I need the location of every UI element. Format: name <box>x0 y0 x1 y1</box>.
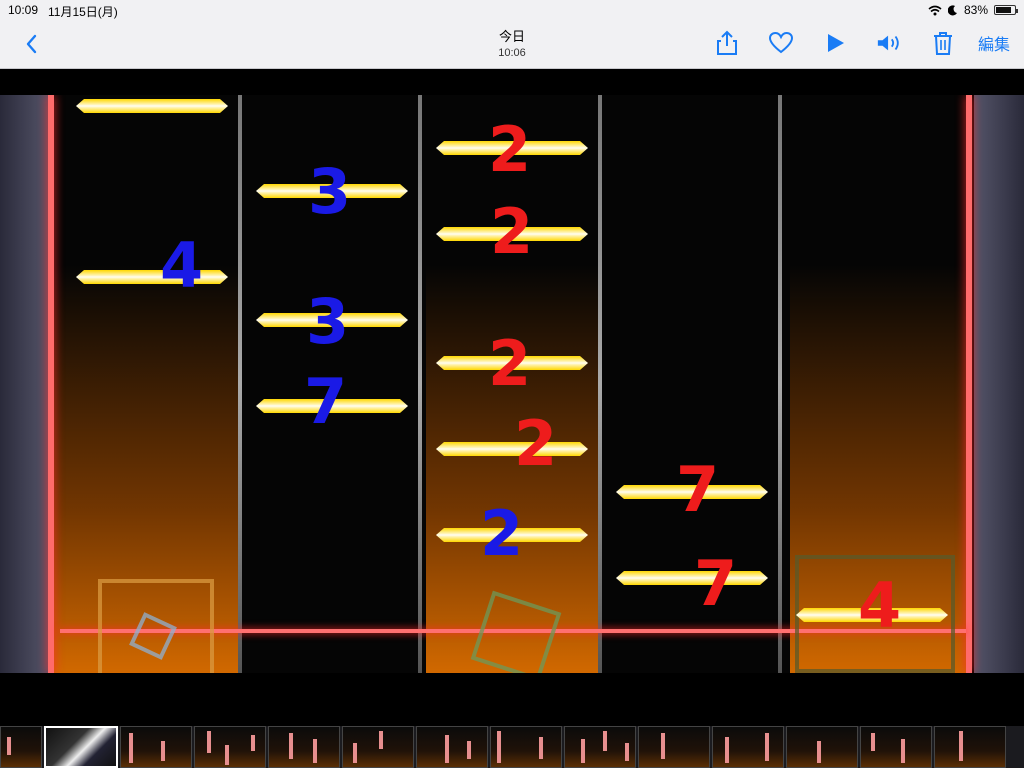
handwritten-number: 7 <box>304 365 348 438</box>
thumbnail[interactable] <box>786 726 858 768</box>
left-edge-art <box>0 95 50 673</box>
favorite-button[interactable] <box>768 30 794 56</box>
thumbnail-strip[interactable] <box>0 726 1024 768</box>
handwritten-number: 2 <box>490 195 534 268</box>
heart-icon <box>768 31 793 54</box>
thumbnail[interactable] <box>194 726 266 768</box>
left-rail <box>48 95 54 673</box>
lane-divider <box>418 95 422 673</box>
trash-icon <box>933 32 952 55</box>
volume-button[interactable] <box>876 30 902 56</box>
status-date: 11月15日(月) <box>48 5 118 19</box>
lane-divider <box>238 95 242 673</box>
right-edge-art <box>974 95 1024 673</box>
share-button[interactable] <box>714 30 740 56</box>
handwritten-number: 4 <box>160 229 204 302</box>
handwritten-number: 2 <box>488 327 532 400</box>
handwritten-number: 7 <box>676 453 720 526</box>
thumbnail[interactable] <box>638 726 710 768</box>
thumbnail[interactable] <box>934 726 1006 768</box>
back-button[interactable] <box>18 30 46 58</box>
nav-subtitle: 10:06 <box>498 47 526 59</box>
thumbnail[interactable] <box>268 726 340 768</box>
thumbnail[interactable] <box>490 726 562 768</box>
nav-bar: 今日 10:06 編集 <box>0 20 1024 69</box>
note <box>76 99 228 113</box>
handwritten-number: 2 <box>488 113 532 186</box>
battery-percent: 83% <box>963 3 988 17</box>
thumbnail[interactable] <box>0 726 42 768</box>
nav-title-block: 今日 10:06 <box>412 26 612 59</box>
note <box>76 270 228 284</box>
photo-viewer[interactable]: 4 3 3 7 2 2 2 2 2 7 7 4 <box>0 69 1024 726</box>
status-right: 83% <box>928 3 1018 17</box>
nav-title: 今日 <box>498 29 525 44</box>
play-button[interactable] <box>822 30 848 56</box>
thumbnail[interactable] <box>860 726 932 768</box>
share-icon <box>716 30 737 55</box>
thumbnail-selected[interactable] <box>44 726 118 768</box>
right-rail <box>966 95 972 673</box>
battery-fill <box>996 7 1011 13</box>
status-time: 10:09 <box>8 3 39 17</box>
status-bar: 10:09 11月15日(月) 83% <box>0 0 1024 20</box>
thumbnail[interactable] <box>120 726 192 768</box>
play-icon <box>827 34 844 52</box>
note <box>436 442 588 456</box>
note <box>616 571 768 585</box>
speaker-icon <box>877 35 899 51</box>
edit-button[interactable]: 編集 <box>978 31 1010 55</box>
moon-icon <box>947 4 957 15</box>
handwritten-number: 4 <box>858 569 902 642</box>
thumbnail[interactable] <box>416 726 488 768</box>
handwritten-number: 7 <box>694 547 738 620</box>
lane-divider <box>598 95 602 673</box>
handwritten-number: 3 <box>308 155 352 228</box>
battery-icon <box>994 5 1018 15</box>
thumbnail[interactable] <box>712 726 784 768</box>
handwritten-number: 2 <box>514 407 558 480</box>
toolbar: 編集 <box>686 30 1010 56</box>
delete-button[interactable] <box>930 30 956 56</box>
handwritten-number: 3 <box>306 285 350 358</box>
wifi-icon <box>928 5 942 15</box>
thumbnail[interactable] <box>342 726 414 768</box>
thumbnail[interactable] <box>564 726 636 768</box>
lane-divider <box>778 95 782 673</box>
chevron-left-icon <box>26 34 37 54</box>
game-screenshot: 4 3 3 7 2 2 2 2 2 7 7 4 <box>0 95 1024 673</box>
handwritten-number: 2 <box>480 497 524 570</box>
